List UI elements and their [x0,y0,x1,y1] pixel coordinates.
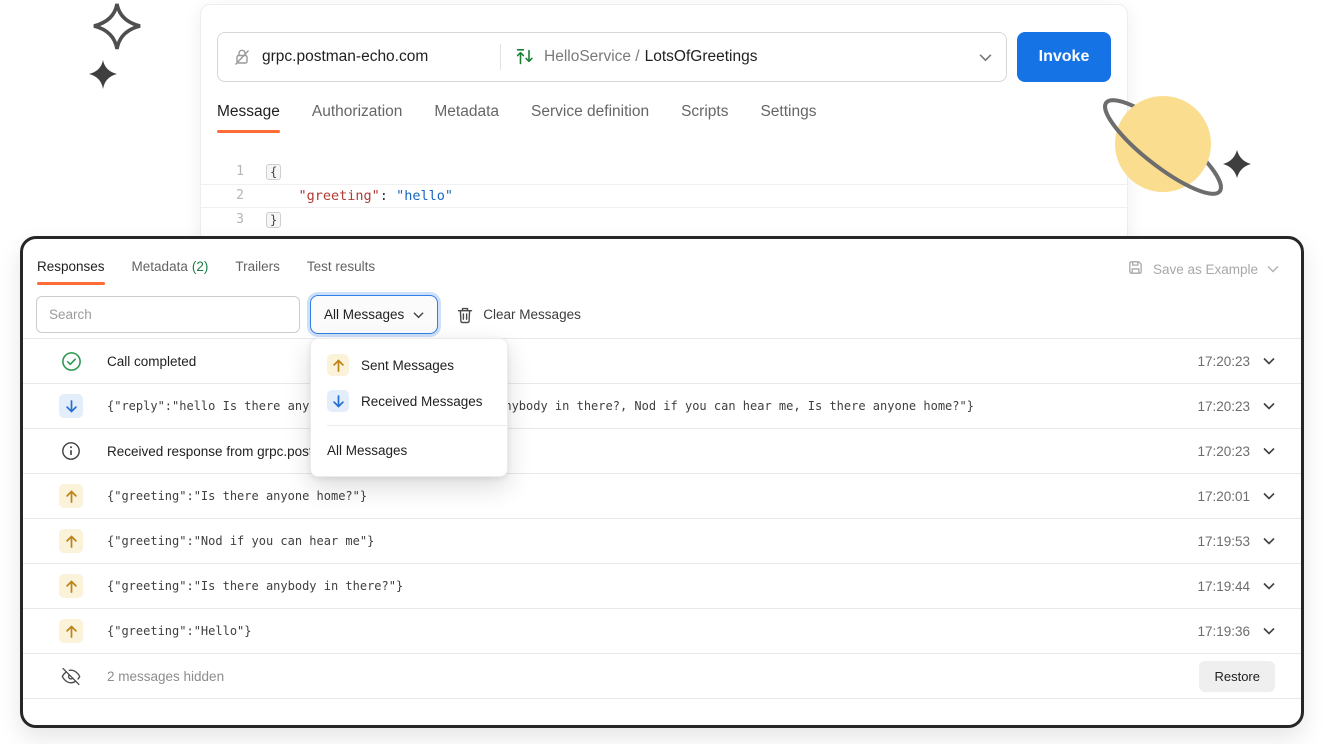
message-timestamp: 17:20:23 [1197,399,1250,414]
message-timestamp: 17:20:23 [1197,444,1250,459]
message-text: {"greeting":"Hello"} [107,624,252,638]
eye-off-icon [59,664,83,688]
divider [23,698,1301,699]
chevron-down-icon[interactable] [1263,537,1275,545]
message-row[interactable]: {"greeting":"Is there anyone home?"} 17:2… [23,473,1301,518]
lock-slash-icon [232,47,252,67]
chevron-down-icon[interactable] [1263,402,1275,410]
tab-trailers[interactable]: Trailers [235,253,280,285]
menu-item-label: Sent Messages [361,358,454,373]
code-text: } [244,209,281,231]
message-timestamp: 17:19:36 [1197,624,1250,639]
sparkle-icon [88,0,148,90]
message-row[interactable]: {"greeting":"Nod if you can hear me"} 17:… [23,518,1301,563]
arrow-up-icon [59,619,83,643]
service-name: HelloService / [544,48,640,66]
messages-list: Call completed 17:20:23 {"reply":"hello Is… [23,338,1301,699]
message-row[interactable]: {"greeting":"Hello"} 17:19:36 [23,608,1301,653]
message-row[interactable]: Call completed 17:20:23 [23,338,1301,383]
message-timestamp: 17:20:23 [1197,354,1250,369]
message-text: {"reply":"hello Is there anybody out the… [107,399,974,413]
editor-line[interactable]: 1{ [201,160,1127,184]
response-panel: Responses Metadata(2) Trailers Test results… [20,236,1304,728]
restore-button[interactable]: Restore [1199,661,1275,692]
divider [500,44,501,70]
message-row[interactable]: {"reply":"hello Is there anybody out the… [23,383,1301,428]
code-text: { [244,161,281,183]
request-tab-bar: Message Authorization Metadata Service defi… [217,103,816,133]
tab-count-badge: (2) [192,259,209,274]
trash-icon [457,306,473,324]
menu-item-label: Received Messages [361,394,483,409]
sparkle-icon [1223,150,1251,178]
message-timestamp: 17:19:53 [1197,534,1250,549]
invoke-button[interactable]: Invoke [1017,32,1111,82]
search-input[interactable] [36,296,300,333]
message-timestamp: 17:19:44 [1197,579,1250,594]
tab-settings[interactable]: Settings [760,103,816,133]
check-circle-icon [59,349,83,373]
method-name: LotsOfGreetings [645,48,758,66]
message-row[interactable]: {"greeting":"Is there anybody in there?"… [23,563,1301,608]
arrow-down-icon [59,394,83,418]
info-icon [59,439,83,463]
line-number: 2 [201,185,244,207]
tab-scripts[interactable]: Scripts [681,103,728,133]
message-text: {"greeting":"Is there anyone home?"} [107,489,367,503]
save-as-example-button[interactable]: Save as Example [1127,259,1279,279]
menu-item-all-messages[interactable]: All Messages [311,432,507,468]
tab-metadata[interactable]: Metadata [434,103,499,133]
chevron-down-icon[interactable] [1263,492,1275,500]
arrow-up-icon [59,529,83,553]
bidirectional-stream-icon [515,48,535,66]
message-text: 2 messages hidden [107,669,224,684]
message-filter-label: All Messages [324,307,404,322]
tab-service-definition[interactable]: Service definition [531,103,649,133]
editor-line[interactable]: 3} [201,208,1127,232]
arrow-down-icon [327,390,349,412]
code-text: "greeting": "hello" [244,185,453,207]
tab-message[interactable]: Message [217,103,280,133]
message-row[interactable]: Received response from grpc.postman-echo… [23,428,1301,473]
postman-grpc-screen: { "request_panel": { "url_bar": { "url":… [0,0,1324,744]
clear-messages-button[interactable]: Clear Messages [457,306,581,324]
arrow-up-icon [59,484,83,508]
message-text: Call completed [107,354,196,369]
message-filter-menu: Sent Messages Received Messages All Messag… [310,338,508,477]
tab-responses[interactable]: Responses [37,253,105,285]
chevron-down-icon[interactable] [1263,627,1275,635]
message-timestamp: 17:20:01 [1197,489,1250,504]
arrow-up-icon [327,354,349,376]
chevron-down-icon[interactable] [1263,582,1275,590]
menu-item-label: All Messages [327,443,407,458]
message-filter-button[interactable]: All Messages [310,295,438,334]
response-tab-bar: Responses Metadata(2) Trailers Test results [37,253,375,285]
chevron-down-icon[interactable] [979,53,992,62]
message-editor[interactable]: 1{2 "greeting": "hello"3} [201,160,1127,232]
message-text: {"greeting":"Nod if you can hear me"} [107,534,374,548]
message-row[interactable]: 2 messages hidden Restore [23,653,1301,698]
menu-item-sent-messages[interactable]: Sent Messages [311,347,507,383]
chevron-down-icon[interactable] [1263,447,1275,455]
clear-messages-label: Clear Messages [483,307,581,322]
request-panel: grpc.postman-echo.com HelloService / Lot… [200,4,1128,244]
save-as-example-label: Save as Example [1153,262,1258,277]
message-text: {"greeting":"Is there anybody in there?"… [107,579,403,593]
save-icon [1127,259,1144,279]
line-number: 3 [201,209,244,231]
tab-authorization[interactable]: Authorization [312,103,402,133]
divider [327,425,507,426]
chevron-down-icon [1267,265,1279,273]
chevron-down-icon [413,311,424,319]
menu-item-received-messages[interactable]: Received Messages [311,383,507,419]
tab-test-results[interactable]: Test results [307,253,375,285]
chevron-down-icon[interactable] [1263,357,1275,365]
line-number: 1 [201,161,244,183]
server-url-field[interactable]: grpc.postman-echo.com HelloService / Lot… [217,32,1007,82]
server-url[interactable]: grpc.postman-echo.com [262,48,500,66]
arrow-up-icon [59,574,83,598]
tab-metadata[interactable]: Metadata(2) [132,253,209,285]
editor-line[interactable]: 2 "greeting": "hello" [201,184,1127,208]
